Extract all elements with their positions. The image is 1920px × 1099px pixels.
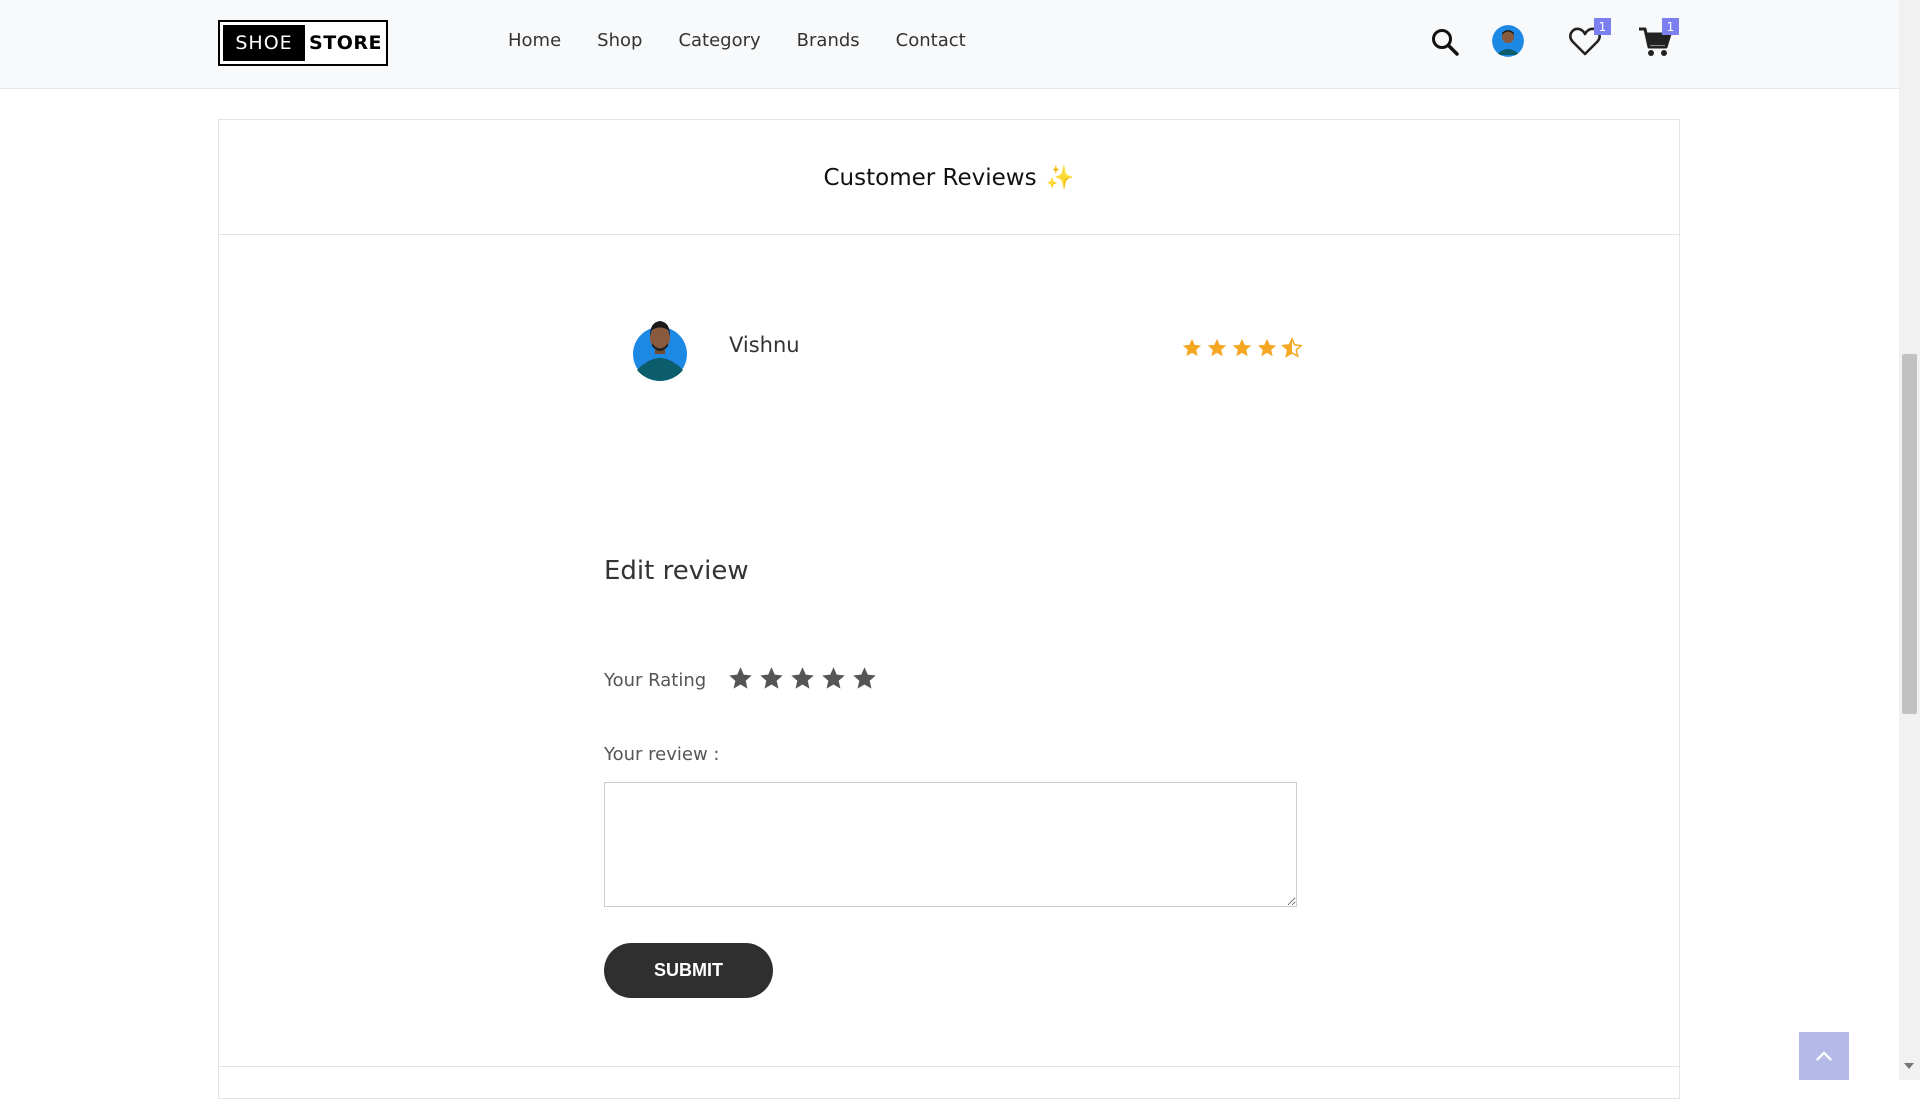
reviews-header: Customer Reviews ✨ <box>219 120 1679 235</box>
nav-brands[interactable]: Brands <box>797 30 860 51</box>
half-star-icon <box>1281 337 1303 358</box>
rating-star-2[interactable] <box>758 665 785 692</box>
star-icon <box>1257 338 1277 357</box>
nav-home[interactable]: Home <box>508 30 561 51</box>
site-header: SHOE STORE Home Shop Category Brands Con… <box>0 0 1899 89</box>
chevron-up-icon <box>1816 1050 1832 1061</box>
review-label: Your review : <box>604 744 720 765</box>
rating-input-stars[interactable] <box>727 665 882 692</box>
search-icon[interactable] <box>1430 27 1460 57</box>
scrollbar-thumb[interactable] <box>1902 354 1917 714</box>
nav-contact[interactable]: Contact <box>896 30 966 51</box>
user-avatar[interactable] <box>1492 25 1524 57</box>
rating-star-5[interactable] <box>851 665 878 692</box>
logo-word-shoe: SHOE <box>223 25 305 61</box>
logo-word-store: STORE <box>309 32 382 54</box>
review-textarea[interactable] <box>604 782 1297 907</box>
reviewer-rating-stars <box>1181 337 1306 359</box>
main-nav: Home Shop Category Brands Contact <box>508 30 1002 51</box>
sparkle-icon: ✨ <box>1045 164 1075 191</box>
rating-label: Your Rating <box>604 670 707 691</box>
wishlist-count-badge: 1 <box>1594 18 1611 35</box>
nav-shop[interactable]: Shop <box>597 30 642 51</box>
edit-review-title: Edit review <box>604 556 749 586</box>
nav-category[interactable]: Category <box>678 30 760 51</box>
star-icon <box>1207 338 1227 357</box>
reviews-title-text: Customer Reviews <box>823 164 1037 191</box>
scroll-down-arrow-icon[interactable] <box>1904 1063 1914 1069</box>
rating-star-4[interactable] <box>820 665 847 692</box>
reviews-title: Customer Reviews ✨ <box>823 164 1074 191</box>
logo[interactable]: SHOE STORE <box>218 20 388 66</box>
rating-star-3[interactable] <box>789 665 816 692</box>
review-item: Vishnu <box>613 313 1313 383</box>
submit-button[interactable]: SUBMIT <box>604 943 773 998</box>
reviews-card: Customer Reviews ✨ Vishnu Edit review Yo… <box>218 119 1680 1099</box>
divider <box>219 1066 1679 1067</box>
reviewer-avatar <box>631 316 689 382</box>
back-to-top-button[interactable] <box>1799 1032 1849 1080</box>
star-icon <box>1182 338 1202 357</box>
star-icon <box>1232 338 1252 357</box>
cart-count-badge: 1 <box>1662 18 1679 35</box>
rating-star-1[interactable] <box>727 665 754 692</box>
reviewer-name: Vishnu <box>729 333 800 357</box>
